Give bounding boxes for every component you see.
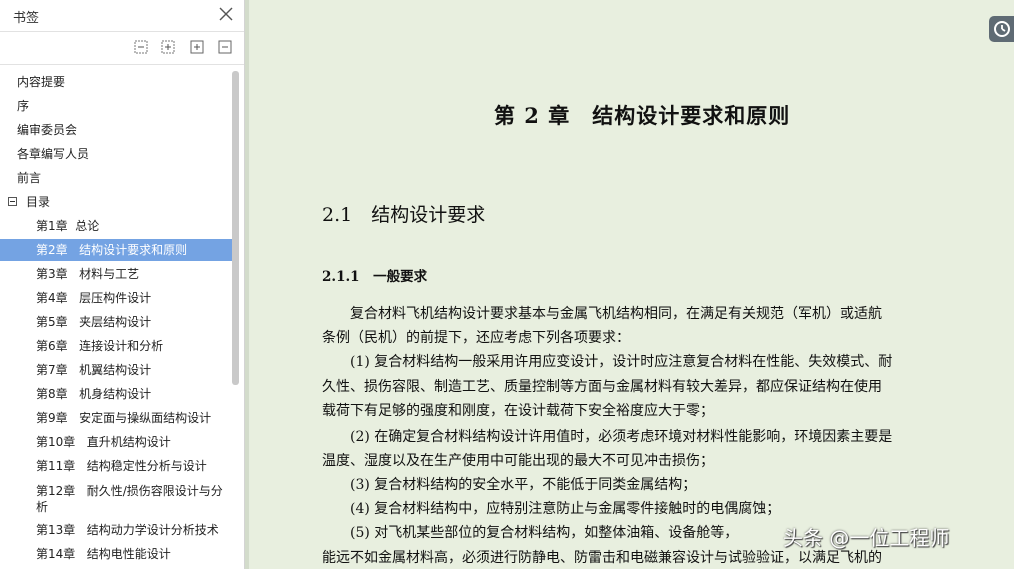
bookmark-item[interactable]: 前言 (0, 167, 232, 189)
body-text-line: (1) 复合材料结构一般采用许用应变设计，设计时应注意复合材料在性能、失效模式、… (322, 354, 893, 370)
bookmark-label: 内容提要 (17, 75, 66, 89)
expand-all-icon[interactable] (161, 40, 175, 54)
panel-divider[interactable] (245, 0, 249, 569)
collapse-toggle-icon[interactable] (8, 197, 17, 206)
chapter-label: 材料与工艺 (79, 267, 140, 281)
document-page: 第 2 章 结构设计要求和原则 2.1 结构设计要求 2.1.1 一般要求 复合… (250, 0, 1014, 569)
body-text-line: 载荷下有足够的强度和刚度，在设计载荷下安全裕度应大于零； (322, 403, 714, 419)
bookmark-item-chapter[interactable]: 第10章 直升机结构设计 (0, 431, 232, 453)
chapter-label: 夹层结构设计 (79, 315, 152, 329)
delete-bookmark-icon[interactable] (218, 40, 232, 54)
chapter-label: 机身结构设计 (79, 387, 152, 401)
chapter-number: 第8章 (36, 387, 68, 401)
bookmark-label: 序 (17, 99, 30, 113)
close-icon[interactable] (218, 6, 234, 22)
body-text-line: (4) 复合材料结构中，应特别注意防止与金属零件接触时的电偶腐蚀； (322, 501, 781, 517)
bookmarks-toolbar (0, 31, 244, 65)
chapter-label: 结构动力学设计分析技术 (86, 523, 219, 537)
bookmark-item-chapter[interactable]: 第9章 安定面与操纵面结构设计 (0, 407, 232, 429)
body-text-line: 久性、损伤容限、制造工艺、质量控制等方面与金属材料有较大差异，都应保证结构在使用 (322, 379, 882, 395)
chapter-number: 第13章 (36, 523, 76, 537)
chapter-number: 第11章 (36, 459, 76, 473)
section-title: 2.1 结构设计要求 (322, 204, 486, 226)
bookmarks-header: 书签 (0, 0, 244, 30)
chapter-number: 第1章 (36, 219, 68, 233)
chapter-label: 直升机结构设计 (86, 435, 171, 449)
add-bookmark-icon[interactable] (190, 40, 204, 54)
bookmark-label: 各章编写人员 (17, 147, 90, 161)
chapter-label: 机翼结构设计 (79, 363, 152, 377)
watermark: 头条 @一位工程师 (783, 526, 950, 550)
chapter-label: 连接设计和分析 (79, 339, 164, 353)
bookmark-list: 内容提要 序 编审委员会 各章编写人员 前言 目录 第1章 总论 第2章 结构设… (0, 71, 232, 569)
bookmark-item[interactable]: 编审委员会 (0, 119, 232, 141)
bookmarks-panel: 书签 内容提要 序 编审委员会 各章编写人员 前言 目录 第1章 总论 第2章 … (0, 0, 245, 569)
body-text-line: (3) 复合材料结构的安全水平，不能低于同类金属结构； (322, 477, 697, 493)
body-text-line: 复合材料飞机结构设计要求基本与金属飞机结构相同，在满足有关规范（军机）或适航 (322, 306, 882, 322)
bookmark-label: 目录 (26, 195, 51, 209)
bookmark-item-chapter[interactable]: 第1章 总论 (0, 215, 232, 237)
body-text-line: 温度、湿度以及在生产使用中可能出现的最大不可见冲击损伤； (322, 453, 714, 469)
chapter-label: 层压构件设计 (79, 291, 152, 305)
chapter-number: 第12章 (36, 484, 76, 498)
bookmark-item-toc[interactable]: 目录 (0, 191, 232, 213)
bookmark-item-chapter[interactable]: 第5章 夹层结构设计 (0, 311, 232, 333)
bookmark-item-chapter[interactable]: 第7章 机翼结构设计 (0, 359, 232, 381)
bookmark-label: 前言 (17, 171, 42, 185)
bookmark-item[interactable]: 序 (0, 95, 232, 117)
chapter-number: 第4章 (36, 291, 68, 305)
bookmarks-title: 书签 (13, 11, 40, 26)
chapter-number: 第7章 (36, 363, 68, 377)
body-text-line: 条例（民机）的前提下，还应考虑下列各项要求： (322, 330, 630, 346)
chapter-label: 结构设计要求和原则 (79, 243, 188, 257)
body-text-line: (2) 在确定复合材料结构设计许用值时，必须考虑环境对材料性能影响，环境因素主要… (322, 429, 893, 445)
bookmark-item-chapter[interactable]: 第6章 连接设计和分析 (0, 335, 232, 357)
bookmark-scrollbar[interactable] (232, 71, 239, 385)
chapter-number: 第2章 (36, 243, 68, 257)
bookmark-item-chapter[interactable]: 第3章 材料与工艺 (0, 263, 232, 285)
chapter-label: 安定面与操纵面结构设计 (79, 411, 212, 425)
bookmark-item[interactable]: 内容提要 (0, 71, 232, 93)
bookmark-label: 编审委员会 (17, 123, 78, 137)
chapter-label: 结构电性能设计 (86, 547, 171, 561)
chapter-number: 第6章 (36, 339, 68, 353)
bookmark-item-chapter[interactable]: 第4章 层压构件设计 (0, 287, 232, 309)
chapter-number: 第3章 (36, 267, 68, 281)
chapter-title: 第 2 章 结构设计要求和原则 (494, 103, 791, 128)
bookmark-item-chapter[interactable]: 第8章 机身结构设计 (0, 383, 232, 405)
bookmark-item-chapter[interactable]: 第14章 结构电性能设计 (0, 543, 232, 565)
collapse-all-icon[interactable] (134, 40, 148, 54)
chapter-number: 第5章 (36, 315, 68, 329)
bookmark-item-chapter[interactable]: 第12章 耐久性/损伤容限设计与分析 (0, 481, 232, 515)
bookmark-item-chapter[interactable]: 第13章 结构动力学设计分析技术 (0, 519, 232, 541)
subsection-title: 2.1.1 一般要求 (322, 269, 428, 285)
chapter-number: 第14章 (36, 547, 76, 561)
chapter-number: 第10章 (36, 435, 76, 449)
chapter-label: 总论 (75, 219, 100, 233)
history-button[interactable] (989, 16, 1014, 42)
chapter-label: 结构稳定性分析与设计 (86, 459, 207, 473)
bookmark-item-chapter[interactable]: 第11章 结构稳定性分析与设计 (0, 455, 232, 477)
bookmark-item-chapter-selected[interactable]: 第2章 结构设计要求和原则 (0, 239, 232, 261)
clock-icon (994, 21, 1010, 37)
bookmark-item[interactable]: 各章编写人员 (0, 143, 232, 165)
chapter-number: 第9章 (36, 411, 68, 425)
